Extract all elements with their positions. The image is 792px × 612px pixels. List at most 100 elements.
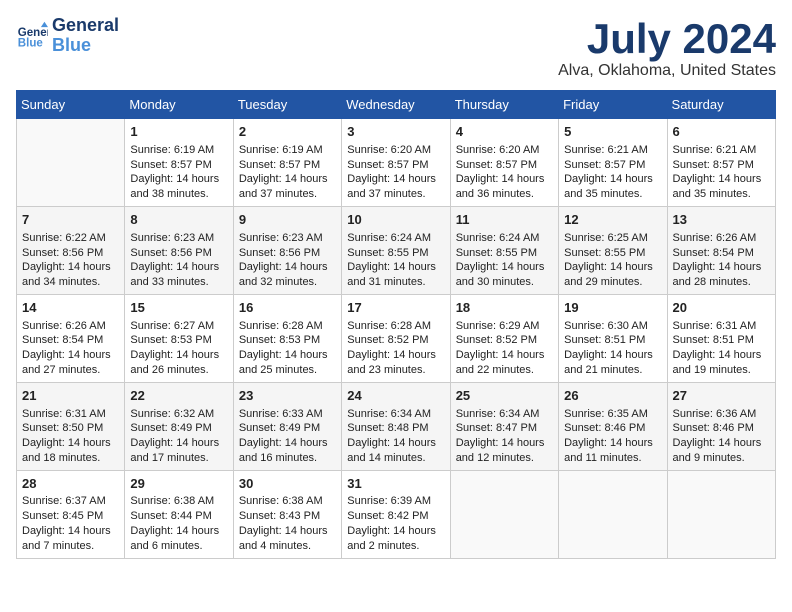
calendar-cell: 4 Sunrise: 6:20 AM Sunset: 8:57 PM Daylig…: [450, 119, 558, 207]
calendar-cell: 17 Sunrise: 6:28 AM Sunset: 8:52 PM Dayli…: [342, 295, 450, 383]
day-number: 9: [239, 211, 336, 229]
day-number: 20: [673, 299, 770, 317]
svg-text:Blue: Blue: [18, 37, 44, 49]
calendar-cell: 28Sunrise: 6:37 AM Sunset: 8:45 PM Dayli…: [17, 470, 125, 558]
calendar-cell: 2 Sunrise: 6:19 AM Sunset: 8:57 PM Daylig…: [233, 119, 341, 207]
calendar-title: July 2024: [558, 16, 776, 62]
days-header-row: SundayMondayTuesdayWednesdayThursdayFrid…: [17, 91, 776, 119]
calendar-cell: 20 Sunrise: 6:31 AM Sunset: 8:51 PM Dayli…: [667, 295, 775, 383]
calendar-cell: [667, 470, 775, 558]
day-number: 14: [22, 299, 119, 317]
calendar-cell: 19 Sunrise: 6:30 AM Sunset: 8:51 PM Dayli…: [559, 295, 667, 383]
day-number: 18: [456, 299, 553, 317]
day-header-thursday: Thursday: [450, 91, 558, 119]
calendar-cell: [559, 470, 667, 558]
week-row-2: 7 Sunrise: 6:22 AM Sunset: 8:56 PM Daylig…: [17, 207, 776, 295]
day-info: Sunrise: 6:22 AM Sunset: 8:56 PM Dayligh…: [22, 231, 119, 290]
day-header-monday: Monday: [125, 91, 233, 119]
day-number: 12: [564, 211, 661, 229]
calendar-cell: 9 Sunrise: 6:23 AM Sunset: 8:56 PM Daylig…: [233, 207, 341, 295]
day-number: 10: [347, 211, 444, 229]
header: General Blue General Blue July 2024 Alva…: [16, 16, 776, 80]
week-row-5: 28Sunrise: 6:37 AM Sunset: 8:45 PM Dayli…: [17, 470, 776, 558]
day-number: 25: [456, 387, 553, 405]
day-number: 22: [130, 387, 227, 405]
calendar-cell: 13 Sunrise: 6:26 AM Sunset: 8:54 PM Dayli…: [667, 207, 775, 295]
calendar-cell: 24Sunrise: 6:34 AM Sunset: 8:48 PM Dayli…: [342, 382, 450, 470]
calendar-subtitle: Alva, Oklahoma, United States: [558, 62, 776, 80]
logo-text: General Blue: [52, 16, 119, 56]
logo: General Blue General Blue: [16, 16, 119, 56]
day-info: Sunrise: 6:24 AM Sunset: 8:55 PM Dayligh…: [347, 231, 444, 290]
day-number: 30: [239, 475, 336, 493]
day-number: 6: [673, 123, 770, 141]
day-number: 4: [456, 123, 553, 141]
calendar-cell: 11 Sunrise: 6:24 AM Sunset: 8:55 PM Dayli…: [450, 207, 558, 295]
day-info: Sunrise: 6:26 AM Sunset: 8:54 PM Dayligh…: [673, 231, 770, 290]
calendar-cell: 12Sunrise: 6:25 AM Sunset: 8:55 PM Dayli…: [559, 207, 667, 295]
day-info: Sunrise: 6:19 AM Sunset: 8:57 PM Dayligh…: [130, 143, 227, 202]
day-info: Sunrise: 6:34 AM Sunset: 8:47 PM Dayligh…: [456, 407, 553, 466]
day-info: Sunrise: 6:33 AM Sunset: 8:49 PM Dayligh…: [239, 407, 336, 466]
day-info: Sunrise: 6:20 AM Sunset: 8:57 PM Dayligh…: [456, 143, 553, 202]
calendar-cell: 3 Sunrise: 6:20 AM Sunset: 8:57 PM Daylig…: [342, 119, 450, 207]
day-number: 8: [130, 211, 227, 229]
day-info: Sunrise: 6:28 AM Sunset: 8:53 PM Dayligh…: [239, 319, 336, 378]
calendar-table: SundayMondayTuesdayWednesdayThursdayFrid…: [16, 90, 776, 559]
day-number: 2: [239, 123, 336, 141]
title-block: July 2024 Alva, Oklahoma, United States: [558, 16, 776, 80]
day-number: 3: [347, 123, 444, 141]
day-info: Sunrise: 6:29 AM Sunset: 8:52 PM Dayligh…: [456, 319, 553, 378]
day-info: Sunrise: 6:36 AM Sunset: 8:46 PM Dayligh…: [673, 407, 770, 466]
logo-icon: General Blue: [16, 20, 48, 52]
day-info: Sunrise: 6:21 AM Sunset: 8:57 PM Dayligh…: [564, 143, 661, 202]
calendar-cell: 18 Sunrise: 6:29 AM Sunset: 8:52 PM Dayli…: [450, 295, 558, 383]
day-number: 17: [347, 299, 444, 317]
day-number: 5: [564, 123, 661, 141]
day-header-sunday: Sunday: [17, 91, 125, 119]
day-info: Sunrise: 6:23 AM Sunset: 8:56 PM Dayligh…: [130, 231, 227, 290]
calendar-cell: [17, 119, 125, 207]
calendar-cell: 31Sunrise: 6:39 AM Sunset: 8:42 PM Dayli…: [342, 470, 450, 558]
day-number: 7: [22, 211, 119, 229]
day-info: Sunrise: 6:23 AM Sunset: 8:56 PM Dayligh…: [239, 231, 336, 290]
calendar-cell: 16Sunrise: 6:28 AM Sunset: 8:53 PM Dayli…: [233, 295, 341, 383]
day-header-wednesday: Wednesday: [342, 91, 450, 119]
week-row-1: 1 Sunrise: 6:19 AM Sunset: 8:57 PM Daylig…: [17, 119, 776, 207]
day-number: 13: [673, 211, 770, 229]
day-info: Sunrise: 6:21 AM Sunset: 8:57 PM Dayligh…: [673, 143, 770, 202]
day-info: Sunrise: 6:20 AM Sunset: 8:57 PM Dayligh…: [347, 143, 444, 202]
day-info: Sunrise: 6:38 AM Sunset: 8:43 PM Dayligh…: [239, 494, 336, 553]
day-info: Sunrise: 6:38 AM Sunset: 8:44 PM Dayligh…: [130, 494, 227, 553]
day-number: 1: [130, 123, 227, 141]
calendar-cell: [450, 470, 558, 558]
day-number: 28: [22, 475, 119, 493]
day-info: Sunrise: 6:30 AM Sunset: 8:51 PM Dayligh…: [564, 319, 661, 378]
calendar-cell: 26Sunrise: 6:35 AM Sunset: 8:46 PM Dayli…: [559, 382, 667, 470]
calendar-cell: 8 Sunrise: 6:23 AM Sunset: 8:56 PM Daylig…: [125, 207, 233, 295]
calendar-cell: 25 Sunrise: 6:34 AM Sunset: 8:47 PM Dayli…: [450, 382, 558, 470]
calendar-cell: 5 Sunrise: 6:21 AM Sunset: 8:57 PM Daylig…: [559, 119, 667, 207]
day-info: Sunrise: 6:27 AM Sunset: 8:53 PM Dayligh…: [130, 319, 227, 378]
week-row-3: 14 Sunrise: 6:26 AM Sunset: 8:54 PM Dayli…: [17, 295, 776, 383]
day-info: Sunrise: 6:31 AM Sunset: 8:51 PM Dayligh…: [673, 319, 770, 378]
day-info: Sunrise: 6:28 AM Sunset: 8:52 PM Dayligh…: [347, 319, 444, 378]
day-info: Sunrise: 6:24 AM Sunset: 8:55 PM Dayligh…: [456, 231, 553, 290]
day-info: Sunrise: 6:37 AM Sunset: 8:45 PM Dayligh…: [22, 494, 119, 553]
day-info: Sunrise: 6:26 AM Sunset: 8:54 PM Dayligh…: [22, 319, 119, 378]
calendar-cell: 22Sunrise: 6:32 AM Sunset: 8:49 PM Dayli…: [125, 382, 233, 470]
day-header-friday: Friday: [559, 91, 667, 119]
day-info: Sunrise: 6:34 AM Sunset: 8:48 PM Dayligh…: [347, 407, 444, 466]
calendar-cell: 30Sunrise: 6:38 AM Sunset: 8:43 PM Dayli…: [233, 470, 341, 558]
day-number: 27: [673, 387, 770, 405]
week-row-4: 21Sunrise: 6:31 AM Sunset: 8:50 PM Dayli…: [17, 382, 776, 470]
day-number: 11: [456, 211, 553, 229]
calendar-cell: 6 Sunrise: 6:21 AM Sunset: 8:57 PM Daylig…: [667, 119, 775, 207]
day-number: 15: [130, 299, 227, 317]
calendar-cell: 1 Sunrise: 6:19 AM Sunset: 8:57 PM Daylig…: [125, 119, 233, 207]
day-number: 29: [130, 475, 227, 493]
calendar-cell: 7 Sunrise: 6:22 AM Sunset: 8:56 PM Daylig…: [17, 207, 125, 295]
day-number: 19: [564, 299, 661, 317]
calendar-cell: 14 Sunrise: 6:26 AM Sunset: 8:54 PM Dayli…: [17, 295, 125, 383]
day-info: Sunrise: 6:19 AM Sunset: 8:57 PM Dayligh…: [239, 143, 336, 202]
